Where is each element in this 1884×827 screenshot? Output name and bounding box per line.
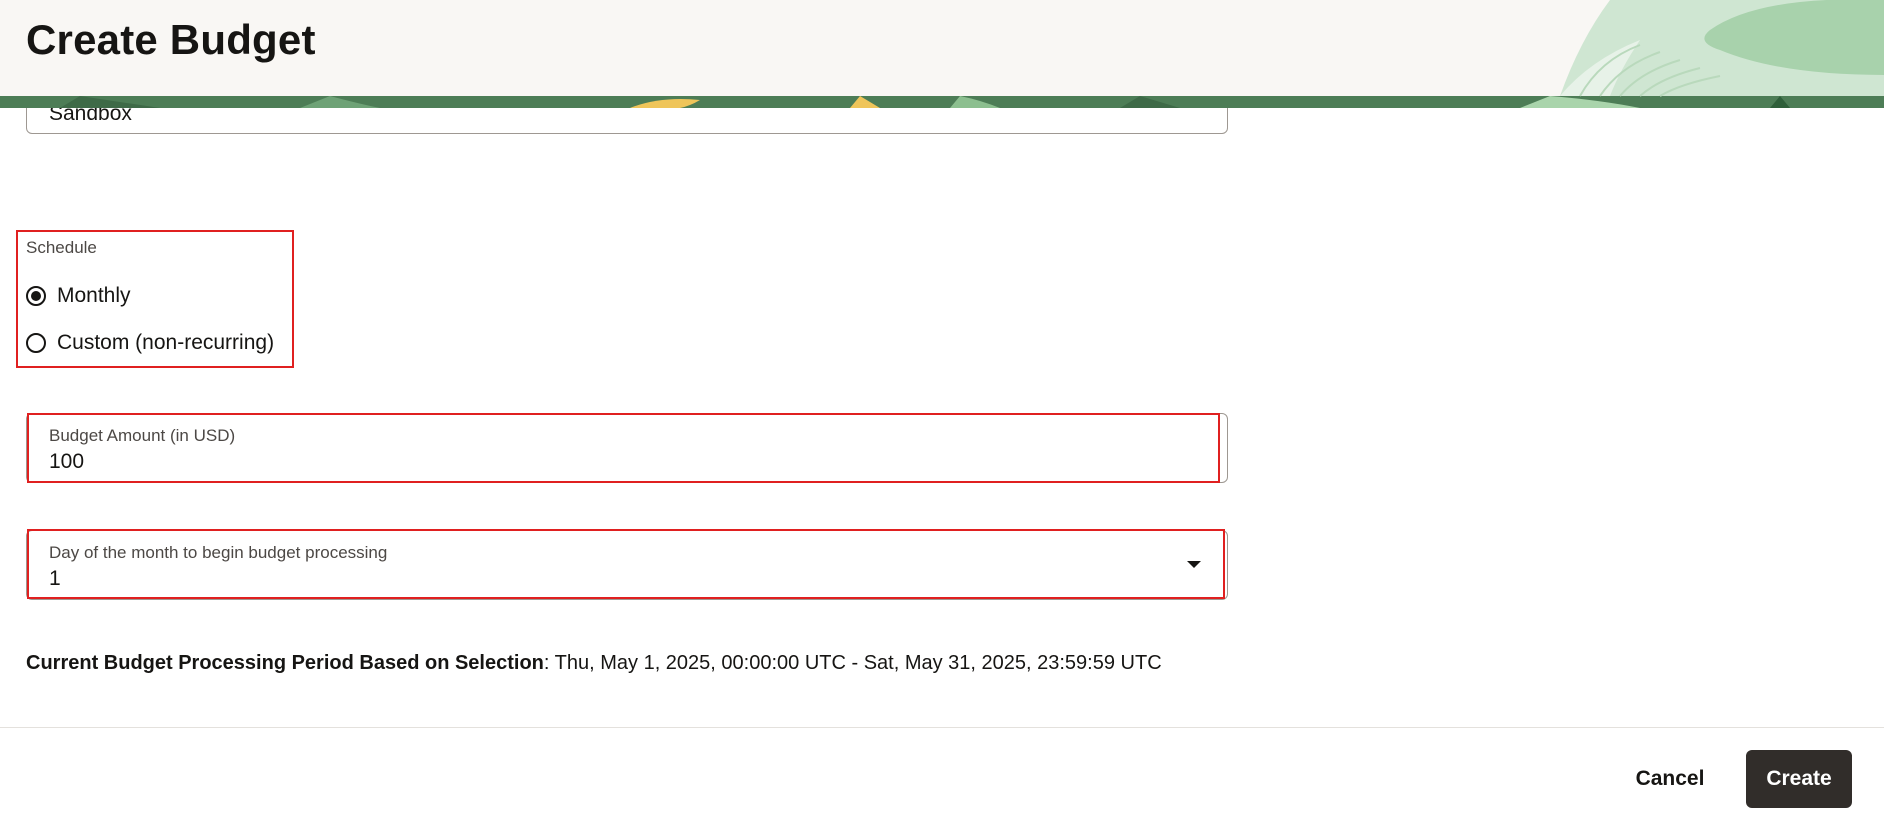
schedule-option-monthly[interactable]: Monthly	[26, 284, 131, 308]
cancel-button[interactable]: Cancel	[1616, 750, 1724, 808]
create-budget-page: Sandbox Create Budget Schedule Monthly C…	[0, 0, 1884, 827]
budget-amount-highlight-box	[27, 413, 1220, 483]
processing-period-label: Current Budget Processing Period Based o…	[26, 652, 544, 674]
page-header: Create Budget	[0, 0, 1884, 108]
schedule-option-custom[interactable]: Custom (non-recurring)	[26, 331, 274, 355]
footer-divider	[0, 727, 1884, 728]
radio-checked-icon[interactable]	[26, 286, 46, 306]
schedule-option-custom-label: Custom (non-recurring)	[57, 331, 275, 354]
processing-day-highlight-box	[27, 529, 1225, 599]
schedule-option-monthly-label: Monthly	[57, 284, 131, 307]
processing-period-value: Thu, May 1, 2025, 00:00:00 UTC - Sat, Ma…	[549, 652, 1162, 674]
processing-period-text: Current Budget Processing Period Based o…	[26, 652, 1162, 675]
radio-unchecked-icon[interactable]	[26, 333, 46, 353]
page-title: Create Budget	[26, 16, 316, 63]
create-button[interactable]: Create	[1746, 750, 1852, 808]
schedule-label: Schedule	[26, 238, 97, 257]
